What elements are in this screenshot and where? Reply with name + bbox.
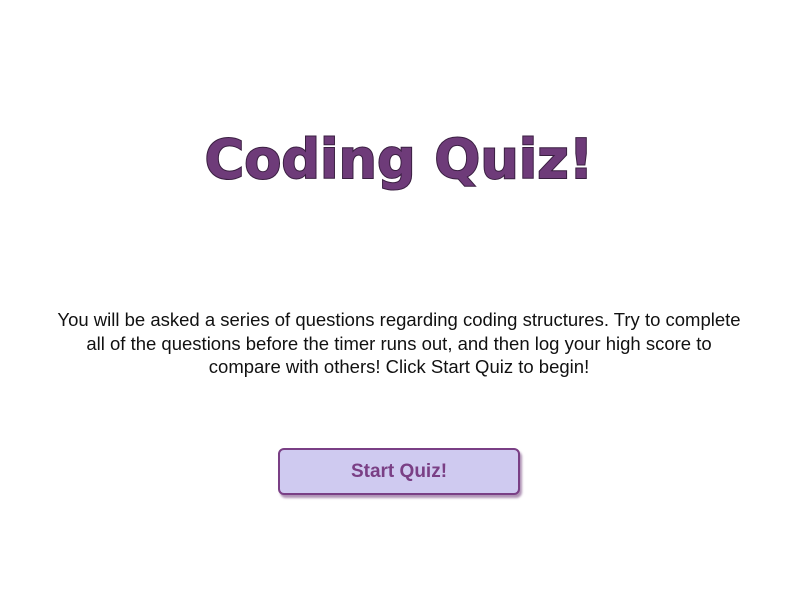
page-title: Coding Quiz! [204, 127, 595, 192]
start-quiz-button[interactable]: Start Quiz! [278, 448, 520, 495]
quiz-start-page: Coding Quiz! You will be asked a series … [0, 0, 798, 614]
intro-text: You will be asked a series of questions … [57, 309, 741, 377]
